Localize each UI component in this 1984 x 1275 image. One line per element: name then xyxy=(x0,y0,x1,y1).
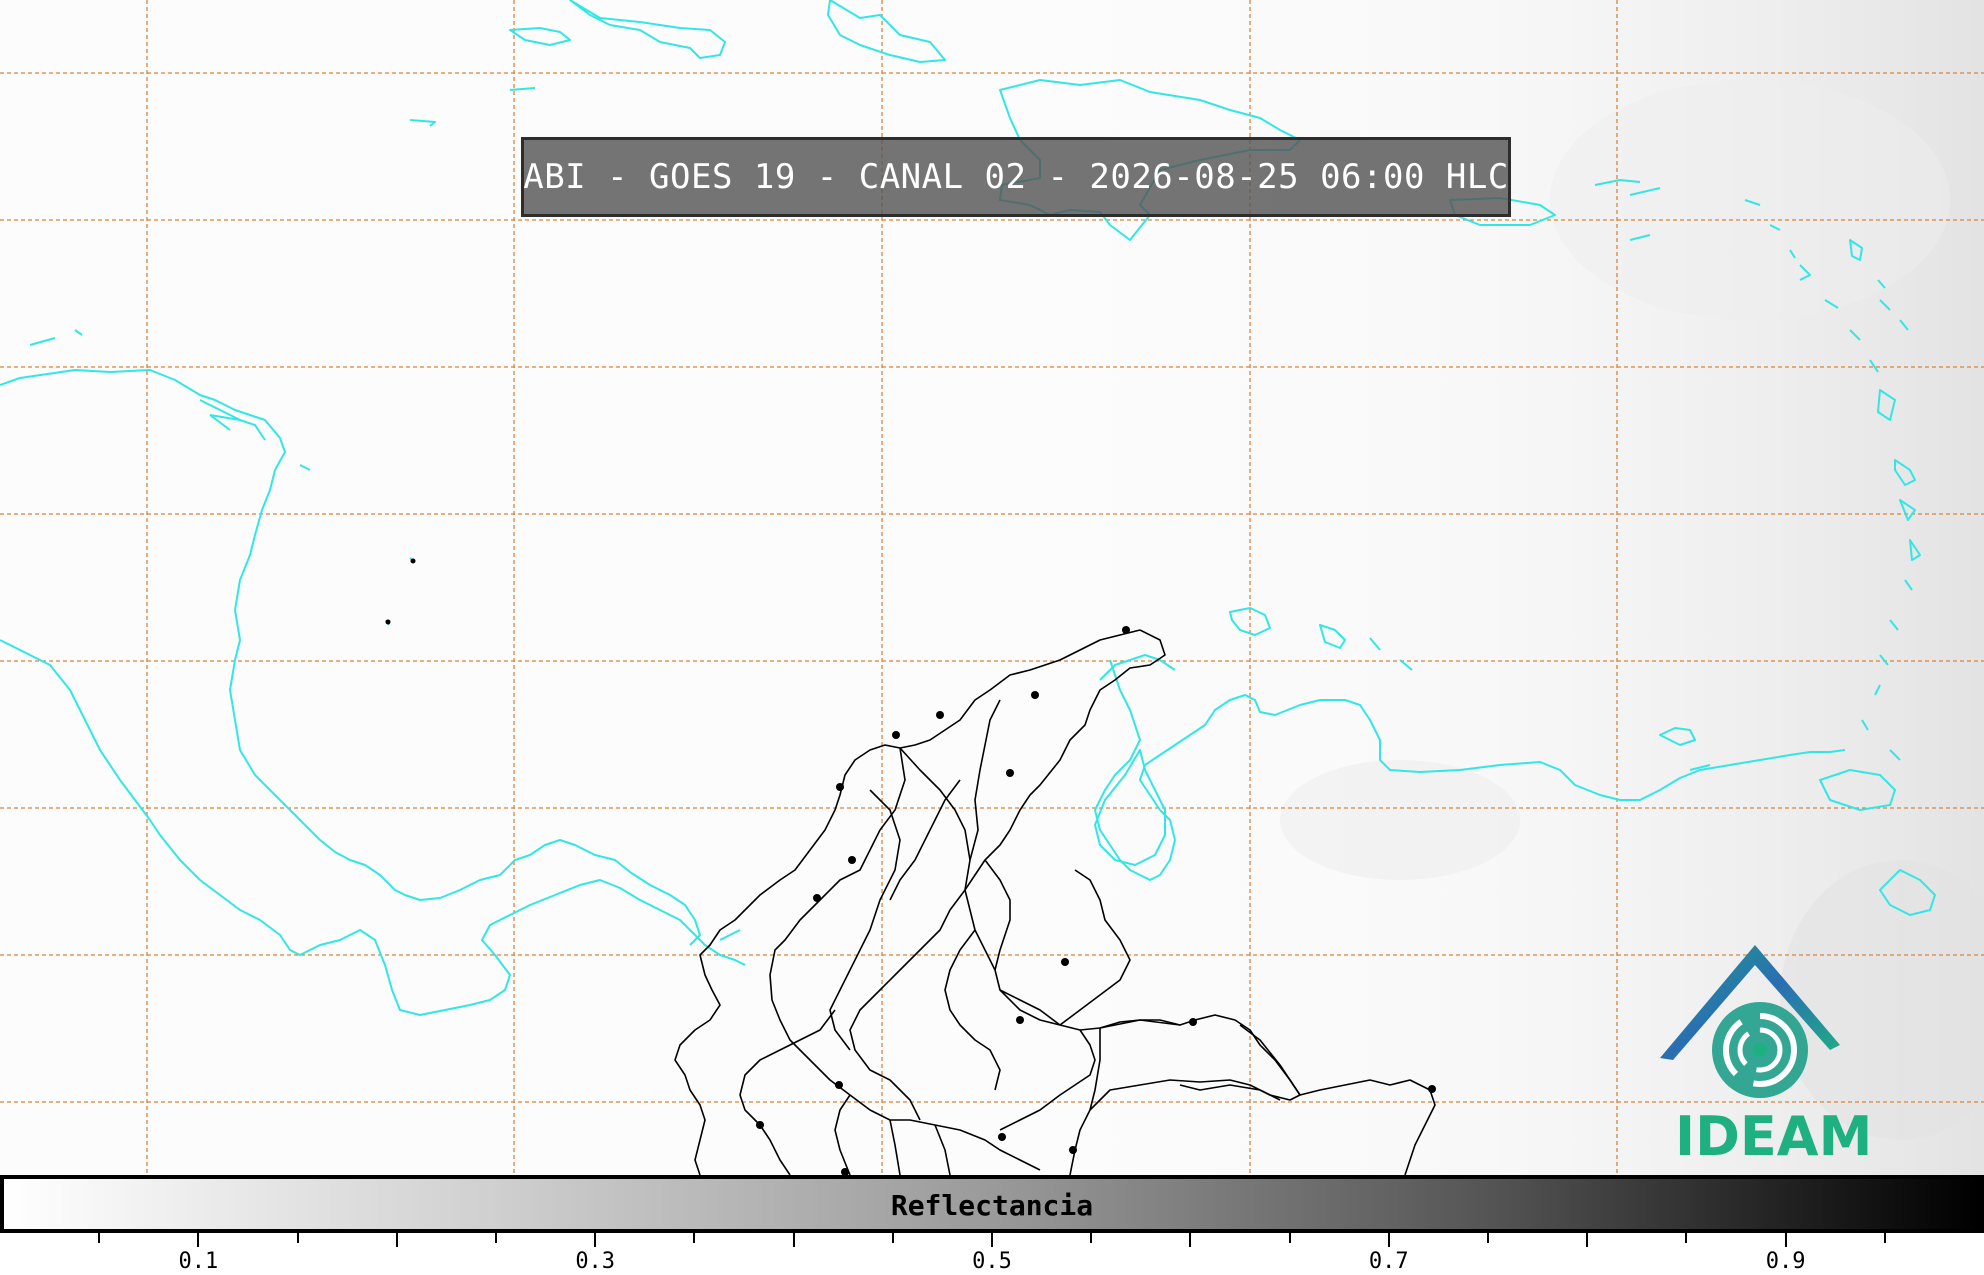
colorbar-tick xyxy=(1586,1233,1589,1247)
colorbar-tick xyxy=(693,1233,696,1243)
city-marker xyxy=(836,783,844,791)
city-marker xyxy=(410,558,416,564)
colorbar-tick xyxy=(395,1233,398,1247)
coast-central-america xyxy=(0,369,701,946)
city-marker xyxy=(848,856,856,864)
city-marker xyxy=(385,619,391,625)
colorbar-tick xyxy=(98,1233,101,1243)
city-marker xyxy=(813,894,821,902)
coast-san-andres xyxy=(385,557,415,626)
city-marker xyxy=(1428,1085,1436,1093)
colorbar-tick xyxy=(1090,1233,1093,1243)
colorbar-tick xyxy=(891,1233,894,1243)
logo-text: IDEAM xyxy=(1675,1105,1873,1168)
colorbar-tick-label: 0.1 xyxy=(178,1249,219,1274)
city-marker xyxy=(1122,626,1130,634)
map-title: ABI - GOES 19 - CANAL 02 - 2026-08-25 06… xyxy=(523,157,1509,197)
colorbar-tick xyxy=(495,1233,497,1243)
coast-islands-caribbean xyxy=(29,329,311,471)
city-marker xyxy=(998,1133,1006,1141)
colorbar-tick xyxy=(792,1233,795,1247)
city-marker xyxy=(1031,691,1039,699)
coast-panama xyxy=(694,929,746,966)
city-marker xyxy=(1069,1146,1077,1154)
colorbar-tick-label: 0.3 xyxy=(575,1249,616,1274)
city-marker xyxy=(1189,1018,1197,1026)
colorbar-tick xyxy=(1685,1233,1688,1243)
colorbar-label: Reflectancia xyxy=(890,1189,1094,1222)
colorbar-tick-label: 0.5 xyxy=(972,1249,1012,1274)
city-marker xyxy=(936,711,944,719)
colorbar-tick xyxy=(197,1233,200,1247)
city-marker xyxy=(835,1081,843,1089)
coast-cuba xyxy=(569,0,726,59)
logo-swirl-center xyxy=(1753,1043,1767,1057)
cloud-patch xyxy=(1550,80,1950,320)
coast-gulf-honduras xyxy=(199,399,266,441)
city-marker xyxy=(892,731,900,739)
colorbar-tick-label: 0.7 xyxy=(1368,1249,1409,1274)
colorbar-tick xyxy=(296,1233,299,1243)
coast-cayman xyxy=(409,87,536,127)
colorbar-tick-label: 0.9 xyxy=(1765,1249,1806,1274)
coast-central-america-pacific xyxy=(0,639,696,1016)
colorbar-tick xyxy=(1883,1233,1886,1243)
colorbar-tick xyxy=(1487,1233,1489,1243)
city-marker xyxy=(756,1121,764,1129)
city-marker xyxy=(1006,769,1014,777)
colorbar-tick xyxy=(1784,1233,1787,1247)
colorbar-tick xyxy=(1288,1233,1291,1243)
colorbar-tick xyxy=(594,1233,597,1247)
city-marker xyxy=(1061,958,1069,966)
city-marker xyxy=(1016,1016,1024,1024)
colorbar-tick xyxy=(1189,1233,1192,1247)
colorbar-tick xyxy=(1387,1233,1390,1247)
coast-jamaica xyxy=(509,27,571,46)
cloud-patch xyxy=(1280,760,1520,880)
colorbar-ticks: 0.1 0.3 0.5 0.7 0.9 xyxy=(0,1233,1984,1275)
colorbar-tick xyxy=(991,1233,993,1247)
title-banner: ABI - GOES 19 - CANAL 02 - 2026-08-25 06… xyxy=(521,137,1511,217)
colorbar: Reflectancia xyxy=(0,1175,1984,1233)
